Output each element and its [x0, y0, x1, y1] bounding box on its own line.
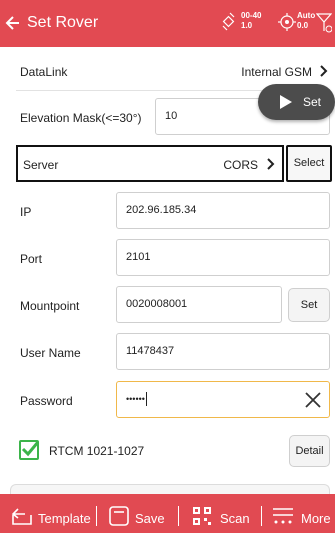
gps-target-icon: [278, 13, 296, 31]
server-select-button[interactable]: Select: [286, 145, 332, 182]
chevron-right-icon: [267, 158, 275, 170]
toolbar-separator: [261, 506, 262, 526]
play-icon: [280, 95, 292, 109]
satellite-count: 00-40 1.0: [241, 11, 262, 30]
template-button[interactable]: Template: [0, 494, 91, 533]
template-icon: [11, 508, 32, 525]
save-icon: [109, 506, 129, 526]
toolbar-separator: [178, 506, 179, 526]
server-label: Server: [23, 158, 59, 172]
more-icon: [273, 508, 293, 524]
mountpoint-input[interactable]: 0020008001: [116, 286, 282, 323]
page-title: Set Rover: [27, 14, 99, 31]
chevron-right-icon: [320, 65, 328, 77]
set-fab-label: Set: [303, 95, 322, 109]
mountpoint-set-button[interactable]: Set: [288, 288, 330, 322]
more-button[interactable]: More: [264, 494, 335, 533]
mountpoint-label: Mountpoint: [20, 299, 80, 313]
back-arrow-icon[interactable]: [5, 14, 21, 32]
rtcm-checkbox[interactable]: [19, 440, 40, 460]
satellite-status: 00-40 1.0: [222, 9, 266, 35]
password-input[interactable]: ••••••: [116, 381, 330, 418]
username-label: User Name: [20, 346, 81, 360]
qr-code-icon: [193, 507, 211, 525]
toolbar-separator: [96, 506, 97, 526]
datalink-selector[interactable]: Internal GSM: [200, 60, 330, 84]
port-input[interactable]: 2101: [116, 239, 330, 276]
password-value: ••••••: [126, 394, 145, 404]
more-label: More: [301, 511, 331, 526]
scan-label: Scan: [220, 511, 250, 526]
username-input[interactable]: 11478437: [116, 333, 330, 370]
server-selector[interactable]: Server CORS: [16, 145, 284, 182]
clear-icon[interactable]: [305, 392, 321, 408]
text-cursor: [145, 392, 147, 407]
scan-button[interactable]: Scan: [184, 494, 256, 533]
antenna-icon: [316, 13, 332, 33]
save-button[interactable]: Save: [100, 494, 170, 533]
password-label: Password: [20, 394, 73, 408]
rtcm-label: RTCM 1021-1027: [49, 444, 145, 458]
ip-label: IP: [20, 205, 32, 219]
port-label: Port: [20, 252, 43, 266]
rtcm-detail-button[interactable]: Detail: [289, 435, 330, 467]
set-fab[interactable]: Set: [258, 84, 335, 120]
template-label: Template: [38, 511, 91, 526]
fix-mode: Auto 0.0: [297, 11, 316, 30]
datalink-label: DataLink: [20, 65, 68, 79]
app-header: Set Rover 00-40 1.0 Auto 0.0: [0, 0, 335, 47]
checkmark-icon: [21, 441, 40, 457]
bottom-toolbar: Template Save Scan More: [0, 494, 335, 533]
datalink-value: Internal GSM: [241, 65, 312, 79]
elevation-label: Elevation Mask(<=30°): [20, 111, 142, 125]
ip-input[interactable]: 202.96.185.34: [116, 192, 330, 229]
server-value: CORS: [223, 158, 258, 172]
save-label: Save: [135, 511, 165, 526]
fix-status: Auto 0.0: [278, 9, 318, 35]
satellite-icon: [222, 12, 235, 31]
